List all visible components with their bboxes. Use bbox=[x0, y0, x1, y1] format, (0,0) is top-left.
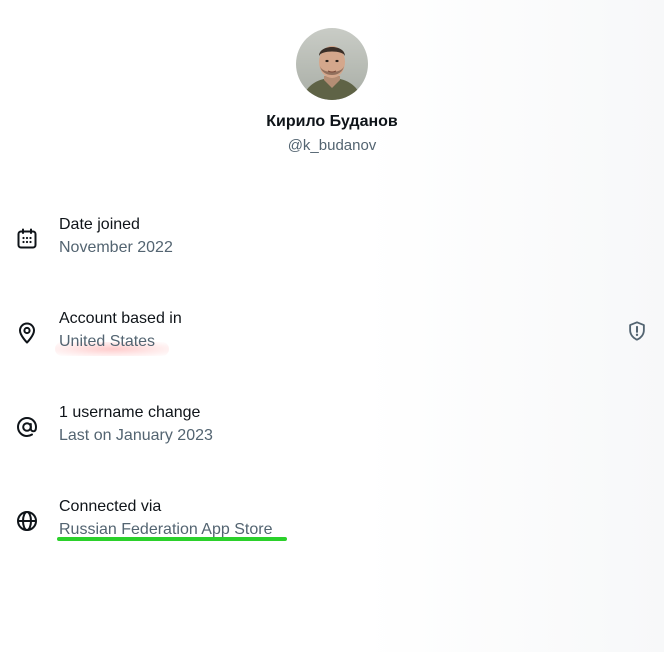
connected-via-row: Connected via Russian Federation App Sto… bbox=[0, 496, 664, 546]
row-title: 1 username change bbox=[59, 404, 201, 421]
avatar-image bbox=[296, 28, 368, 100]
row-title: Connected via bbox=[59, 498, 162, 515]
row-value: Last on January 2023 bbox=[59, 427, 213, 444]
username-change-row: 1 username change Last on January 2023 bbox=[0, 402, 664, 452]
date-joined-row: Date joined November 2022 bbox=[0, 214, 664, 264]
row-title: Date joined bbox=[59, 216, 140, 233]
account-based-in-text: Account based in United States bbox=[55, 308, 182, 356]
at-sign-icon bbox=[15, 415, 39, 439]
row-value: Russian Federation App Store bbox=[59, 521, 273, 538]
date-joined-text: Date joined November 2022 bbox=[59, 214, 173, 258]
row-title: Account based in bbox=[59, 310, 182, 327]
username-handle: @k_budanov bbox=[287, 137, 377, 154]
row-value: United States bbox=[59, 333, 156, 350]
profile-header: Кирило Буданов @k_budanov bbox=[0, 28, 664, 156]
account-based-in-row: Account based in United States bbox=[0, 308, 664, 358]
about-account-page: Кирило Буданов @k_budanov Date joined No… bbox=[0, 0, 664, 652]
shield-alert-icon[interactable] bbox=[626, 320, 648, 342]
calendar-icon bbox=[15, 227, 39, 251]
location-pin-icon bbox=[15, 321, 39, 345]
display-name: Кирило Буданов bbox=[266, 113, 398, 130]
globe-icon bbox=[15, 509, 39, 533]
connected-via-text: Connected via Russian Federation App Sto… bbox=[57, 496, 287, 541]
row-value: November 2022 bbox=[59, 239, 173, 256]
username-change-text: 1 username change Last on January 2023 bbox=[59, 402, 213, 446]
avatar[interactable] bbox=[296, 28, 368, 100]
